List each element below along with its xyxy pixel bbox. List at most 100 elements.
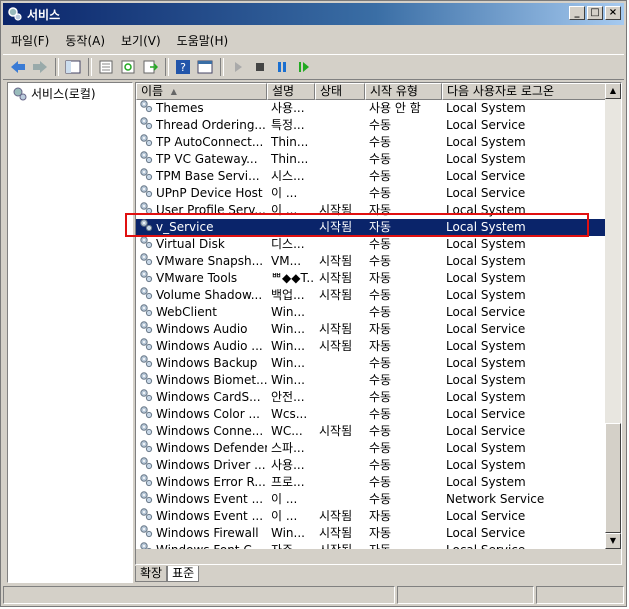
vertical-scrollbar[interactable]: ▲ ▼	[605, 83, 621, 549]
menu-file[interactable]: 파일(F)	[3, 32, 57, 49]
table-row[interactable]: User Profile Serv... 이 ... 시작됨 자동 Local Syst…	[136, 202, 606, 219]
table-row[interactable]: TPM Base Servi... 시스... 수동 Local Service	[136, 168, 606, 185]
menu-view[interactable]: 보기(V)	[113, 32, 169, 49]
column-header-status[interactable]: 상태	[315, 83, 365, 100]
toolbar: ?	[3, 54, 624, 80]
forward-icon[interactable]	[31, 58, 49, 76]
table-row[interactable]: Windows Event ... 이 ... 시작됨 자동 Local Service	[136, 508, 606, 525]
export-icon[interactable]	[141, 58, 159, 76]
service-gear-icon	[139, 202, 156, 219]
service-log-on-as: Local System	[446, 339, 526, 353]
service-description: 사용...	[271, 458, 305, 472]
service-status: 시작됨	[319, 203, 353, 217]
column-header-description[interactable]: 설명	[267, 83, 315, 100]
table-row-selected[interactable]: v_Service 시작됨 자동 Local System	[136, 219, 606, 236]
toolbar-separator	[88, 58, 92, 76]
refresh-icon[interactable]	[119, 58, 137, 76]
service-gear-icon	[139, 304, 156, 321]
scroll-up-button[interactable]: ▲	[605, 83, 621, 99]
service-gear-icon	[139, 525, 156, 542]
scroll-down-button[interactable]: ▼	[605, 533, 621, 549]
table-row[interactable]: Windows Backup Win... 수동 Local System	[136, 355, 606, 372]
service-gear-icon	[139, 321, 156, 338]
show-hide-tree-icon[interactable]	[64, 58, 82, 76]
service-name-cell: VMware Snapsh...	[136, 253, 267, 270]
table-row[interactable]: Windows Driver ... 사용... 수동 Local System	[136, 457, 606, 474]
column-header-startup-type[interactable]: 시작 유형	[365, 83, 442, 100]
start-icon[interactable]	[229, 58, 247, 76]
service-name-cell: Windows Event ...	[136, 491, 267, 508]
service-log-on-as: Local System	[446, 254, 526, 268]
table-row[interactable]: Windows Biomet... Win... 수동 Local System	[136, 372, 606, 389]
table-row[interactable]: VMware Snapsh... VM... 시작됨 수동 Local System	[136, 253, 606, 270]
table-row[interactable]: TP AutoConnect... Thin... 수동 Local System	[136, 134, 606, 151]
table-row[interactable]: Windows Color ... Wcs... 수동 Local Service	[136, 406, 606, 423]
service-gear-icon	[139, 457, 156, 474]
service-status	[315, 372, 365, 389]
table-row[interactable]: Thread Ordering... 특정... 수동 Local Service	[136, 117, 606, 134]
toolbar-separator	[165, 58, 169, 76]
service-gear-icon	[139, 253, 156, 270]
table-row[interactable]: Windows Error R... 프로... 수동 Local System	[136, 474, 606, 491]
service-name-cell: Windows Error R...	[136, 474, 267, 491]
table-row[interactable]: VMware Tools ᄈ◆◆T... 시작됨 자동 Local System	[136, 270, 606, 287]
title-bar[interactable]: 서비스 _ □ ×	[3, 3, 624, 25]
tree-item-services-local[interactable]: 서비스(로컬)	[12, 85, 96, 102]
service-startup-type: 수동	[369, 441, 392, 455]
table-row[interactable]: Virtual Disk 디스... 수동 Local System	[136, 236, 606, 253]
minimize-button[interactable]: _	[569, 6, 585, 20]
table-row[interactable]: Windows Audio ... Win... 시작됨 자동 Local System	[136, 338, 606, 355]
menu-action[interactable]: 동작(A)	[57, 32, 113, 49]
sort-ascending-icon: ▲	[170, 87, 177, 96]
close-button[interactable]: ×	[605, 6, 621, 20]
table-row[interactable]: Windows Defender 스파... 수동 Local System	[136, 440, 606, 457]
tab-standard[interactable]: 표준	[167, 566, 200, 582]
service-name-cell: Windows Driver ...	[136, 457, 267, 474]
services-gear-icon	[7, 6, 23, 22]
service-description: Thin...	[271, 135, 309, 149]
service-gear-icon	[139, 372, 156, 389]
scroll-thumb[interactable]	[605, 423, 621, 533]
table-row[interactable]: Windows Event ... 이 ... 수동 Network Service	[136, 491, 606, 508]
service-name: Windows Event ...	[156, 492, 264, 506]
table-row[interactable]: WebClient Win... 수동 Local Service	[136, 304, 606, 321]
table-row[interactable]: TP VC Gateway... Thin... 수동 Local System	[136, 151, 606, 168]
maximize-button[interactable]: □	[587, 6, 603, 20]
pause-icon[interactable]	[273, 58, 291, 76]
service-startup-type: 수동	[369, 458, 392, 472]
table-row[interactable]: Windows CardS... 안전... 수동 Local System	[136, 389, 606, 406]
console-icon[interactable]	[196, 58, 214, 76]
help-icon[interactable]: ?	[174, 58, 192, 76]
services-gear-icon	[13, 87, 27, 100]
service-status: 시작됨	[319, 526, 353, 540]
properties-icon[interactable]	[97, 58, 115, 76]
service-description: Win...	[271, 339, 305, 353]
service-startup-type: 수동	[369, 237, 392, 251]
tab-extended[interactable]: 확장	[135, 566, 168, 582]
menu-help[interactable]: 도움말(H)	[169, 32, 237, 49]
back-icon[interactable]	[9, 58, 27, 76]
service-gear-icon	[139, 134, 156, 151]
service-startup-type: 수동	[369, 305, 392, 319]
stop-icon[interactable]	[251, 58, 269, 76]
column-header-name[interactable]: 이름 ▲	[136, 83, 267, 100]
service-status	[315, 117, 365, 134]
table-row[interactable]: Windows Firewall Win... 시작됨 자동 Local Service	[136, 525, 606, 542]
table-row[interactable]: Windows Conne... WC... 시작됨 수동 Local Service	[136, 423, 606, 440]
service-name: UPnP Device Host	[156, 186, 263, 200]
table-row[interactable]: Themes 사용... 사용 안 함 Local System	[136, 100, 606, 117]
service-name: TP VC Gateway...	[156, 152, 258, 166]
service-status	[315, 151, 365, 168]
resume-icon[interactable]	[295, 58, 313, 76]
svg-text:?: ?	[180, 61, 186, 74]
service-log-on-as: Local Service	[446, 305, 526, 319]
column-header-log-on-as[interactable]: 다음 사용자로 로그온	[442, 83, 606, 100]
service-description: VM...	[271, 254, 302, 268]
services-list: 이름 ▲ 설명 상태 시작 유형 다음 사용자로 로그온 Themes 사용...…	[135, 82, 622, 565]
table-row[interactable]: Volume Shadow... 백업... 시작됨 수동 Local System	[136, 287, 606, 304]
table-row[interactable]: UPnP Device Host 이 ... 수동 Local Service	[136, 185, 606, 202]
table-row[interactable]: Windows Audio Win... 시작됨 자동 Local Service	[136, 321, 606, 338]
service-name-cell: TP VC Gateway...	[136, 151, 267, 168]
service-name-cell: Windows Biomet...	[136, 372, 267, 389]
service-startup-type: 수동	[369, 373, 392, 387]
